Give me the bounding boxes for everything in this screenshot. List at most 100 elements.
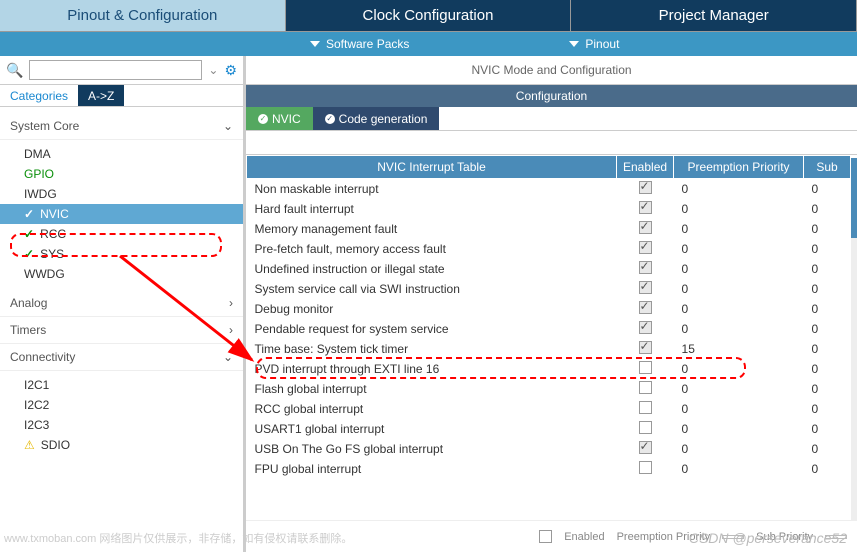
cell-interrupt-name: FPU global interrupt xyxy=(247,459,617,479)
cell-sub[interactable]: 0 xyxy=(804,279,851,299)
enabled-checkbox[interactable] xyxy=(639,421,652,434)
table-row[interactable]: Undefined instruction or illegal state00 xyxy=(247,259,851,279)
cell-preempt[interactable]: 0 xyxy=(674,439,804,459)
cell-preempt[interactable]: 0 xyxy=(674,459,804,479)
cell-preempt[interactable]: 0 xyxy=(674,239,804,259)
gear-icon[interactable]: ⚙ xyxy=(224,62,237,79)
cell-enabled xyxy=(617,239,674,259)
tree-item-iwdg[interactable]: IWDG xyxy=(0,184,243,204)
cell-preempt[interactable]: 0 xyxy=(674,179,804,200)
cell-sub[interactable]: 0 xyxy=(804,419,851,439)
cell-enabled xyxy=(617,259,674,279)
cell-sub[interactable]: 0 xyxy=(804,339,851,359)
cell-preempt[interactable]: 0 xyxy=(674,299,804,319)
check-icon xyxy=(325,114,335,124)
table-row[interactable]: Debug monitor00 xyxy=(247,299,851,319)
col-interrupt-table[interactable]: NVIC Interrupt Table xyxy=(247,156,617,179)
section-system-core[interactable]: System Core ⌄ xyxy=(0,113,243,140)
cell-sub[interactable]: 0 xyxy=(804,299,851,319)
col-enabled[interactable]: Enabled xyxy=(617,156,674,179)
table-row[interactable]: Time base: System tick timer150 xyxy=(247,339,851,359)
table-row[interactable]: Memory management fault 00 xyxy=(247,219,851,239)
cell-sub[interactable]: 0 xyxy=(804,199,851,219)
cell-sub[interactable]: 0 xyxy=(804,219,851,239)
tree-item-i2c2[interactable]: I2C2 xyxy=(0,395,243,415)
nvic-table: NVIC Interrupt Table Enabled Preemption … xyxy=(246,155,851,479)
table-row[interactable]: FPU global interrupt 00 xyxy=(247,459,851,479)
tab-pinout-config[interactable]: Pinout & Configuration xyxy=(0,0,286,31)
cell-sub[interactable]: 0 xyxy=(804,239,851,259)
cell-preempt[interactable]: 0 xyxy=(674,219,804,239)
cell-sub[interactable]: 0 xyxy=(804,319,851,339)
tab-categories[interactable]: Categories xyxy=(0,85,78,106)
cell-enabled xyxy=(617,199,674,219)
section-timers[interactable]: Timers › xyxy=(0,317,243,344)
table-row[interactable]: Pre-fetch fault, memory access fault 00 xyxy=(247,239,851,259)
section-connectivity[interactable]: Connectivity ⌄ xyxy=(0,344,243,371)
enabled-checkbox[interactable] xyxy=(639,361,652,374)
tab-clock-config[interactable]: Clock Configuration xyxy=(286,0,572,31)
cell-sub[interactable]: 0 xyxy=(804,399,851,419)
cell-sub[interactable]: 0 xyxy=(804,359,851,379)
tree-item-i2c3[interactable]: I2C3 xyxy=(0,415,243,435)
cell-preempt[interactable]: 0 xyxy=(674,399,804,419)
tree-item-sdio[interactable]: SDIO xyxy=(0,435,243,455)
cell-interrupt-name: Memory management fault xyxy=(247,219,617,239)
cell-sub[interactable]: 0 xyxy=(804,379,851,399)
cell-preempt[interactable]: 0 xyxy=(674,259,804,279)
inner-tab-nvic[interactable]: NVIC xyxy=(246,107,313,130)
cell-preempt[interactable]: 0 xyxy=(674,279,804,299)
pinout-menu[interactable]: Pinout xyxy=(569,37,619,51)
table-row[interactable]: Pendable request for system service00 xyxy=(247,319,851,339)
cell-preempt[interactable]: 15 xyxy=(674,339,804,359)
cell-preempt[interactable]: 0 xyxy=(674,199,804,219)
enabled-checkbox[interactable] xyxy=(639,461,652,474)
cell-sub[interactable]: 0 xyxy=(804,459,851,479)
table-row[interactable]: Flash global interrupt00 xyxy=(247,379,851,399)
chevron-down-icon: ⌄ xyxy=(223,350,233,364)
tree-item-sys[interactable]: SYS xyxy=(0,244,243,264)
col-sub-priority[interactable]: Sub xyxy=(804,156,851,179)
table-row[interactable]: USB On The Go FS global interrupt00 xyxy=(247,439,851,459)
tree-item-gpio[interactable]: GPIO xyxy=(0,164,243,184)
tab-a-to-z[interactable]: A->Z xyxy=(78,85,124,106)
cell-sub[interactable]: 0 xyxy=(804,439,851,459)
enabled-checkbox xyxy=(639,281,652,294)
tree-item-nvic[interactable]: NVIC xyxy=(0,204,243,224)
cell-enabled xyxy=(617,219,674,239)
table-row[interactable]: Hard fault interrupt00 xyxy=(247,199,851,219)
dropdown-toggle[interactable]: ⌄ xyxy=(208,63,218,77)
footer-enabled-checkbox[interactable] xyxy=(539,530,552,543)
scrollbar[interactable] xyxy=(851,158,857,520)
table-row[interactable]: System service call via SWI instruction 0… xyxy=(247,279,851,299)
software-packs-menu[interactable]: Software Packs xyxy=(310,37,409,51)
cell-interrupt-name: System service call via SWI instruction xyxy=(247,279,617,299)
tree-item-rcc[interactable]: RCC xyxy=(0,224,243,244)
tree-item-wwdg[interactable]: WWDG xyxy=(0,264,243,284)
tree-item-dma[interactable]: DMA xyxy=(0,144,243,164)
col-preempt-priority[interactable]: Preemption Priority xyxy=(674,156,804,179)
enabled-checkbox[interactable] xyxy=(639,381,652,394)
cell-enabled xyxy=(617,379,674,399)
cell-preempt[interactable]: 0 xyxy=(674,319,804,339)
cell-interrupt-name: Pre-fetch fault, memory access fault xyxy=(247,239,617,259)
table-row[interactable]: Non maskable interrupt00 xyxy=(247,179,851,200)
section-label: Connectivity xyxy=(10,350,75,364)
cell-sub[interactable]: 0 xyxy=(804,259,851,279)
cell-enabled xyxy=(617,319,674,339)
section-analog[interactable]: Analog › xyxy=(0,290,243,317)
cell-preempt[interactable]: 0 xyxy=(674,419,804,439)
panel-title: NVIC Mode and Configuration xyxy=(246,56,857,85)
cell-enabled xyxy=(617,419,674,439)
search-input[interactable] xyxy=(29,60,202,80)
table-row[interactable]: USART1 global interrupt00 xyxy=(247,419,851,439)
cell-preempt[interactable]: 0 xyxy=(674,359,804,379)
tree-item-i2c1[interactable]: I2C1 xyxy=(0,375,243,395)
enabled-checkbox[interactable] xyxy=(639,401,652,414)
inner-tab-codegen[interactable]: Code generation xyxy=(313,107,440,130)
table-row[interactable]: PVD interrupt through EXTI line 1600 xyxy=(247,359,851,379)
cell-sub[interactable]: 0 xyxy=(804,179,851,200)
tab-project-manager[interactable]: Project Manager xyxy=(571,0,857,31)
cell-preempt[interactable]: 0 xyxy=(674,379,804,399)
table-row[interactable]: RCC global interrupt00 xyxy=(247,399,851,419)
